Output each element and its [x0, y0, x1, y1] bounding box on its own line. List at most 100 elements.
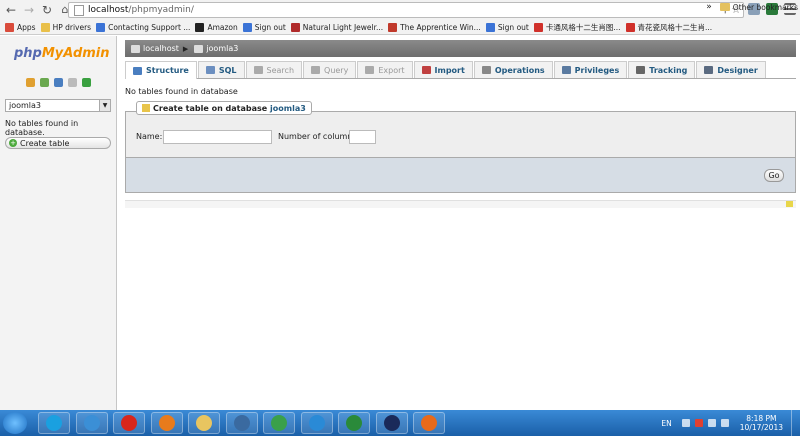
- exit-icon[interactable]: [40, 78, 49, 87]
- fieldset-footer: [125, 158, 796, 193]
- taskbar-app[interactable]: [263, 412, 295, 434]
- taskbar-app[interactable]: [113, 412, 145, 434]
- page-icon: [74, 4, 84, 16]
- tab-privileges[interactable]: Privileges: [553, 61, 628, 78]
- taskbar-app[interactable]: [225, 412, 258, 434]
- taskbar-app[interactable]: [75, 412, 108, 434]
- forward-icon[interactable]: →: [22, 3, 36, 17]
- docs-icon[interactable]: [68, 78, 77, 87]
- query-icon[interactable]: [54, 78, 63, 87]
- breadcrumb-server[interactable]: localhost: [131, 44, 179, 53]
- taskbar-app[interactable]: [188, 412, 220, 434]
- tab-import[interactable]: Import: [413, 61, 473, 78]
- table-name-input[interactable]: [163, 130, 272, 144]
- bookmark-item[interactable]: Sign out: [242, 22, 286, 32]
- tab-label: SQL: [218, 65, 237, 75]
- console-icon[interactable]: [786, 201, 793, 207]
- bookmark-item[interactable]: 卡通风格十二生肖图...: [533, 22, 621, 33]
- tray-network-icon[interactable]: [707, 419, 716, 427]
- ie-icon: [308, 415, 325, 431]
- designer-icon: [704, 66, 714, 74]
- system-tray: EN 8:18 PM 10/17/2013: [661, 410, 800, 436]
- tab-query: Query: [303, 61, 357, 78]
- bookmark-label: Apps: [17, 22, 36, 32]
- tray-help-icon[interactable]: [681, 419, 690, 427]
- bookmark-label: 卡通风格十二生肖图...: [545, 22, 621, 32]
- database-select[interactable]: joomla3 ▼: [5, 99, 111, 112]
- tab-sql[interactable]: SQL: [197, 61, 245, 78]
- bookmark-favicon-icon: [290, 22, 300, 32]
- taskbar-app[interactable]: [413, 412, 445, 434]
- chrome-icon: [271, 415, 287, 431]
- bookmark-item[interactable]: Natural Light Jewelr...: [290, 22, 383, 32]
- operations-icon: [481, 66, 491, 74]
- bookmark-favicon-icon: [96, 22, 106, 32]
- structure-icon: [133, 66, 142, 75]
- tab-structure[interactable]: Structure: [125, 61, 197, 79]
- tab-designer[interactable]: Designer: [696, 61, 766, 78]
- taskbar-app[interactable]: [150, 412, 183, 434]
- clock[interactable]: 8:18 PM 10/17/2013: [740, 414, 783, 432]
- tray-flag-icon[interactable]: [694, 419, 703, 427]
- breadcrumb: localhost ▶ joomla3: [125, 40, 796, 57]
- tab-label: Structure: [146, 66, 189, 75]
- bookmark-favicon-icon: [195, 22, 205, 32]
- browser-toolbar: ← → ↻ ⌂ localhost/phpmyadmin/ ⚲ ☆: [0, 0, 800, 20]
- bookmark-favicon-icon: [625, 22, 635, 32]
- bookmarks-overflow-icon[interactable]: »: [706, 2, 712, 12]
- explorer-folder-icon: [196, 415, 212, 431]
- export-icon: [365, 66, 375, 74]
- taskbar-app[interactable]: [38, 412, 70, 434]
- bookmark-label: 青花瓷风格十二生肖...: [637, 22, 713, 32]
- name-label: Name:: [136, 132, 163, 141]
- bookmark-item[interactable]: Contacting Support ...: [96, 22, 191, 32]
- tab-search: Search: [245, 61, 303, 78]
- excel-icon: [346, 415, 362, 431]
- app-icon-1: [46, 415, 62, 431]
- bookmark-item[interactable]: Apps: [5, 22, 36, 32]
- url-text: localhost/phpmyadmin/: [88, 5, 194, 15]
- bookmark-item[interactable]: Amazon: [195, 22, 238, 32]
- columns-input[interactable]: [349, 130, 376, 144]
- bookmark-label: Sign out: [254, 22, 286, 32]
- reload-icon[interactable]: [82, 78, 91, 87]
- tab-tracking[interactable]: Tracking: [628, 61, 696, 78]
- table-add-icon: [142, 104, 150, 112]
- bookmark-favicon-icon: [533, 22, 543, 32]
- go-button[interactable]: Go: [764, 169, 784, 182]
- phpmyadmin-logo[interactable]: phpMyAdmin: [14, 46, 110, 61]
- sql-icon: [205, 66, 215, 74]
- database-icon: [194, 44, 204, 53]
- bookmark-item[interactable]: HP drivers: [40, 22, 91, 32]
- taskbar: EN 8:18 PM 10/17/2013: [0, 410, 800, 436]
- tray-volume-icon[interactable]: [720, 419, 729, 427]
- bookmark-item[interactable]: Sign out: [485, 22, 529, 32]
- breadcrumb-database[interactable]: joomla3: [194, 44, 238, 53]
- bookmark-label: Sign out: [497, 22, 529, 32]
- tab-bar: Structure SQL Search Query Export Import Opera…: [125, 61, 796, 79]
- taskbar-app[interactable]: [375, 412, 408, 434]
- no-tables-message: No tables found in database.: [5, 119, 79, 137]
- home-icon[interactable]: [26, 78, 35, 87]
- taskbar-app[interactable]: [300, 412, 333, 434]
- create-table-button[interactable]: + Create table: [5, 137, 111, 149]
- tab-label: Privileges: [574, 65, 620, 75]
- photoshop-icon: [383, 415, 400, 431]
- legend-db-link[interactable]: joomla3: [270, 104, 306, 113]
- language-indicator[interactable]: EN: [661, 419, 671, 428]
- plus-icon: +: [9, 139, 17, 147]
- back-icon[interactable]: ←: [4, 3, 18, 17]
- reload-icon[interactable]: ↻: [40, 3, 54, 17]
- bookmark-item[interactable]: 青花瓷风格十二生肖...: [625, 22, 713, 33]
- tab-label: Query: [324, 65, 349, 75]
- show-desktop-button[interactable]: [791, 410, 800, 436]
- tracking-icon: [636, 66, 646, 74]
- bookmark-favicon-icon: [242, 22, 252, 32]
- other-bookmarks[interactable]: Other bookmarks: [733, 3, 798, 12]
- start-button[interactable]: [3, 412, 27, 434]
- taskbar-app[interactable]: [338, 412, 370, 434]
- address-bar[interactable]: localhost/phpmyadmin/ ⚲ ☆: [68, 2, 744, 18]
- tab-operations[interactable]: Operations: [473, 61, 553, 78]
- bookmark-item[interactable]: The Apprentice Win...: [388, 22, 481, 32]
- bookmark-label: Contacting Support ...: [108, 22, 191, 32]
